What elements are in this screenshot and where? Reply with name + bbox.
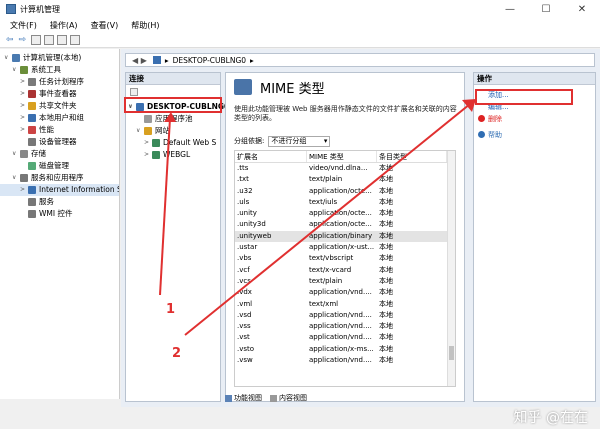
watermark: 知乎 @在在	[513, 410, 588, 426]
annotation-label-1: 1	[166, 302, 176, 317]
annotation-label-2: 2	[172, 346, 182, 361]
arrow-1-head	[164, 112, 176, 122]
arrow-2-line	[184, 103, 471, 336]
annotation-arrows	[159, 99, 476, 336]
arrow-1-line	[159, 117, 171, 296]
